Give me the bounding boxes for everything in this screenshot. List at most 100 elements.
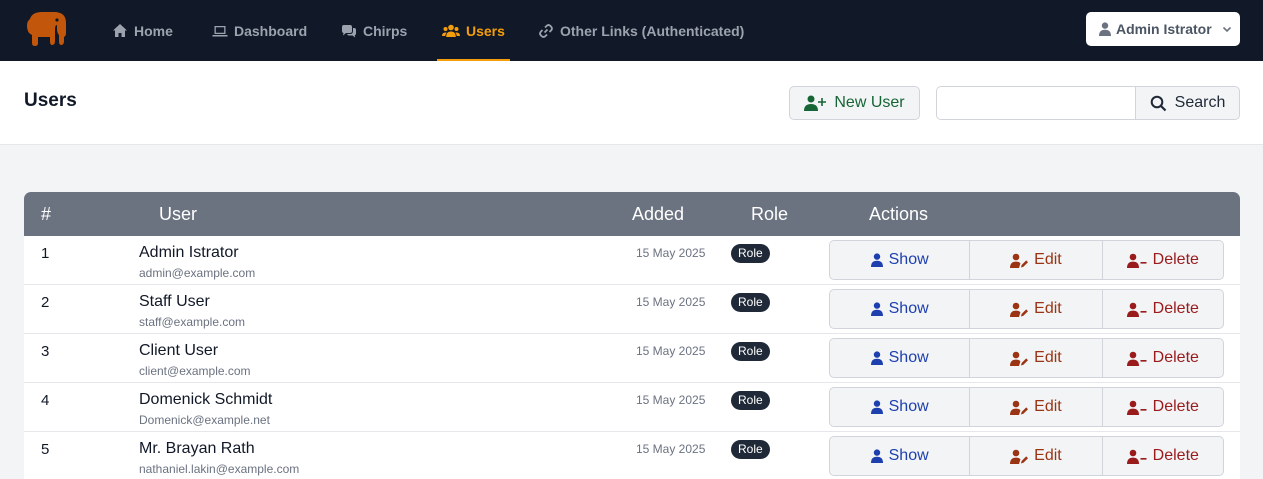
user-name: Staff User	[139, 293, 210, 310]
show-label: Show	[888, 398, 929, 415]
role-badge[interactable]: Role	[731, 342, 770, 361]
search-input[interactable]	[936, 86, 1136, 120]
show-label: Show	[888, 447, 929, 464]
delete-button[interactable]: Delete	[1103, 241, 1223, 279]
user-email: Domenick@example.net	[139, 413, 270, 427]
edit-button[interactable]: Edit	[970, 241, 1103, 279]
delete-label: Delete	[1152, 349, 1199, 366]
user-icon	[870, 449, 883, 463]
user-name: Mr. Brayan Rath	[139, 440, 255, 457]
delete-label: Delete	[1152, 447, 1199, 464]
user-email: staff@example.com	[139, 315, 246, 329]
user-name: Domenick Schmidt	[139, 391, 273, 408]
row-number: 1	[41, 245, 50, 262]
show-button[interactable]: Show	[830, 339, 971, 377]
row-actions: Show Edit Delete	[829, 338, 1224, 378]
column-header-added: Added	[632, 204, 685, 224]
show-label: Show	[888, 300, 929, 317]
table-row: 3 Client User client@example.com 15 May …	[24, 334, 1240, 383]
nav-chirps[interactable]: Chirps	[341, 0, 407, 61]
user-email: client@example.com	[139, 364, 251, 378]
row-actions: Show Edit Delete	[829, 240, 1224, 280]
user-icon	[870, 253, 883, 267]
nav-home[interactable]: Home	[112, 0, 173, 61]
role-badge[interactable]: Role	[731, 244, 770, 263]
delete-label: Delete	[1152, 398, 1199, 415]
nav-dashboard[interactable]: Dashboard	[212, 0, 307, 61]
elephant-logo-icon[interactable]	[24, 11, 68, 47]
nav-dashboard-label: Dashboard	[234, 22, 308, 39]
page-title: Users	[24, 90, 77, 111]
user-email: nathaniel.lakin@example.com	[139, 462, 300, 476]
row-number: 5	[41, 441, 50, 458]
column-header-user: User	[159, 204, 198, 224]
page-header: Users New User Search	[0, 61, 1263, 145]
user-pen-icon	[1010, 400, 1029, 415]
edit-button[interactable]: Edit	[970, 290, 1103, 328]
show-label: Show	[888, 251, 929, 268]
added-date: 15 May 2025	[636, 393, 706, 407]
search-icon	[1150, 95, 1166, 111]
edit-label: Edit	[1034, 300, 1062, 317]
delete-button[interactable]: Delete	[1103, 339, 1223, 377]
user-icon	[870, 302, 883, 316]
delete-label: Delete	[1152, 300, 1199, 317]
column-header-actions: Actions	[869, 204, 929, 224]
user-name: Admin Istrator	[139, 244, 239, 261]
user-pen-icon	[1010, 351, 1029, 366]
edit-label: Edit	[1034, 251, 1062, 268]
show-button[interactable]: Show	[830, 290, 971, 328]
users-table: # User Added Role Actions 1 Admin Istrat…	[24, 192, 1240, 479]
role-badge[interactable]: Role	[731, 293, 770, 312]
show-button[interactable]: Show	[830, 241, 971, 279]
new-user-label: New User	[834, 94, 905, 111]
edit-button[interactable]: Edit	[970, 437, 1103, 475]
user-minus-icon	[1126, 351, 1147, 366]
table-row: 2 Staff User staff@example.com 15 May 20…	[24, 285, 1240, 334]
chevron-down-icon	[1222, 26, 1231, 33]
user-name: Client User	[139, 342, 219, 359]
delete-button[interactable]: Delete	[1103, 388, 1223, 426]
table-row: 1 Admin Istrator admin@example.com 15 Ma…	[24, 236, 1240, 285]
row-number: 2	[41, 294, 50, 311]
user-minus-icon	[1126, 449, 1147, 464]
user-minus-icon	[1126, 400, 1147, 415]
added-date: 15 May 2025	[636, 344, 706, 358]
edit-label: Edit	[1034, 398, 1062, 415]
search-button-label: Search	[1174, 94, 1226, 111]
show-button[interactable]: Show	[830, 388, 971, 426]
row-actions: Show Edit Delete	[829, 436, 1224, 476]
user-plus-icon	[804, 95, 827, 111]
edit-button[interactable]: Edit	[970, 339, 1103, 377]
row-actions: Show Edit Delete	[829, 289, 1224, 329]
delete-label: Delete	[1152, 251, 1199, 268]
user-icon	[870, 400, 883, 414]
user-email: admin@example.com	[139, 266, 256, 280]
added-date: 15 May 2025	[636, 295, 706, 309]
role-badge[interactable]: Role	[731, 440, 770, 459]
top-navbar: Home Dashboard Chirps Users Other Links …	[0, 0, 1263, 61]
nav-users[interactable]: Users	[437, 0, 510, 61]
user-minus-icon	[1126, 302, 1147, 317]
nav-other-links[interactable]: Other Links (Authenticated)	[538, 0, 744, 61]
user-pen-icon	[1010, 253, 1029, 268]
show-button[interactable]: Show	[830, 437, 971, 475]
edit-button[interactable]: Edit	[970, 388, 1103, 426]
nav-home-label: Home	[134, 22, 173, 39]
row-number: 3	[41, 343, 50, 360]
user-icon	[870, 351, 883, 365]
users-icon	[442, 24, 460, 37]
show-label: Show	[888, 349, 929, 366]
edit-label: Edit	[1034, 447, 1062, 464]
nav-chirps-label: Chirps	[363, 22, 408, 39]
row-actions: Show Edit Delete	[829, 387, 1224, 427]
search-button[interactable]: Search	[1135, 86, 1240, 120]
role-badge[interactable]: Role	[731, 391, 770, 410]
laptop-icon	[212, 25, 228, 36]
user-menu-button[interactable]: Admin Istrator	[1086, 12, 1240, 46]
delete-button[interactable]: Delete	[1103, 290, 1223, 328]
home-icon	[113, 23, 127, 37]
new-user-button[interactable]: New User	[789, 86, 920, 120]
added-date: 15 May 2025	[636, 246, 706, 260]
delete-button[interactable]: Delete	[1103, 437, 1223, 475]
